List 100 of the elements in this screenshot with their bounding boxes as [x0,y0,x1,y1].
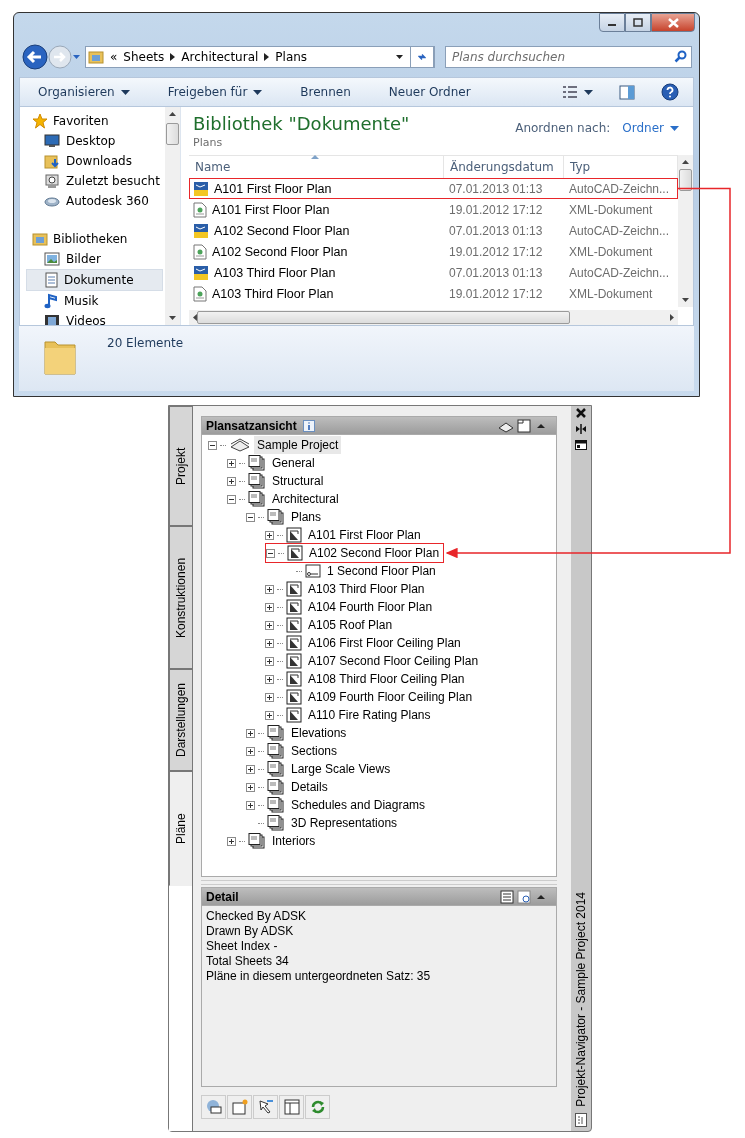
tree-item[interactable]: Sections [288,742,341,760]
toolbar-button[interactable]: Brennen [296,83,355,101]
tree-item[interactable]: A102 Second Floor Plan [306,544,443,562]
tree-item[interactable]: Architectural [269,490,342,508]
toolbar-button[interactable]: Neuer Ordner [384,83,475,101]
minimize-button[interactable] [599,13,625,32]
tree-item[interactable]: A110 Fire Rating Plans [305,706,434,724]
file-name[interactable]: A101 First Floor Plan [190,200,445,219]
tree-item[interactable]: Plans [288,508,325,526]
tree-item[interactable]: A103 Third Floor Plan [305,580,428,598]
sidebar-item[interactable]: Zuletzt besucht [26,171,163,191]
tree-item[interactable]: A108 Third Floor Ceiling Plan [305,670,468,688]
tree-item[interactable]: General [269,454,318,472]
sidebar-item[interactable]: Videos [26,311,163,325]
scrollbar[interactable] [165,107,180,325]
preview-icon[interactable] [517,889,531,904]
column-header[interactable]: Änderungsdatum [444,156,564,178]
maximize-button[interactable] [625,13,651,32]
toolbar-button[interactable] [253,1095,278,1119]
sidebar-group[interactable]: Favoriten [26,111,165,131]
tree-item[interactable]: Sample Project [254,436,342,454]
expand-toggle[interactable] [246,728,255,738]
tree-item[interactable]: Large Scale Views [288,760,394,778]
sidebar-item[interactable]: Autodesk 360 [26,191,163,211]
sidebar-item[interactable]: Bilder [26,249,163,269]
tree-item[interactable]: Details [288,778,331,796]
sheet-icon[interactable] [517,418,531,433]
file-name[interactable]: A103 Third Floor Plan [190,284,445,303]
file-name[interactable]: A102 Second Floor Plan [190,242,445,261]
sidebar-item[interactable]: Downloads [26,151,163,171]
expand-toggle[interactable] [227,836,236,846]
tree-item[interactable]: A101 First Floor Plan [305,526,424,544]
collapse-toggle[interactable] [266,548,275,558]
tree-item[interactable]: A106 First Floor Ceiling Plan [305,634,464,652]
expand-toggle[interactable] [227,458,236,468]
file-type: AutoCAD-Zeichn... [568,180,671,198]
expand-toggle[interactable] [265,638,274,648]
tree-item[interactable]: A105 Roof Plan [305,616,396,634]
expand-toggle[interactable] [265,530,274,540]
tree-item[interactable]: A109 Fourth Floor Ceiling Plan [305,688,476,706]
tree-item[interactable]: 3D Representations [288,814,401,832]
properties-button[interactable] [575,440,587,450]
search-field[interactable]: Plans durchsuchen [445,46,692,68]
sidebar-item[interactable]: Dokumente [26,269,163,291]
file-name[interactable]: A103 Third Floor Plan [190,263,445,282]
expand-toggle[interactable] [246,764,255,774]
scrollbar-thumb[interactable] [679,169,692,191]
sidebar-item[interactable]: Desktop [26,131,163,151]
close-button[interactable] [576,408,586,418]
breadcrumb[interactable]: Plans [275,50,308,64]
collapse-toggle[interactable] [227,494,236,504]
close-button[interactable] [651,13,695,32]
breadcrumb[interactable]: Sheets [123,50,165,64]
expand-toggle[interactable] [265,620,274,630]
cloud-icon [44,195,60,207]
toolbar-button[interactable]: Freigeben für [163,83,267,101]
collapse-toggle[interactable] [208,440,217,450]
palette-tab[interactable]: Konstruktionen [169,526,192,669]
palette-tab[interactable]: Pläne [169,771,192,886]
breadcrumb[interactable]: Architectural [181,50,259,64]
expand-toggle[interactable] [227,476,236,486]
expand-toggle[interactable] [265,584,274,594]
tree-item[interactable]: A104 Fourth Floor Plan [305,598,436,616]
address-bar[interactable]: « Sheets Architectural Plans [85,46,435,68]
sidebar-group[interactable]: Bibliotheken [26,229,165,249]
file-name[interactable]: A101 First Floor Plan [190,179,445,198]
collapse-toggle[interactable] [246,512,255,522]
expand-toggle[interactable] [246,800,255,810]
expand-toggle[interactable] [246,746,255,756]
toolbar-button[interactable] [201,1095,226,1119]
tree-item[interactable]: A107 Second Floor Ceiling Plan [305,652,482,670]
tree-item[interactable]: Elevations [288,724,350,742]
tree-item[interactable]: Schedules and Diagrams [288,796,429,814]
tree-item[interactable]: Interiors [269,832,319,850]
text-view-icon[interactable] [500,889,514,904]
palette-tab[interactable]: Darstellungen [169,669,192,771]
auto-hide-button[interactable] [575,424,587,434]
back-button[interactable] [22,44,48,70]
drawing-file-icon [193,264,209,281]
search-icon [674,50,687,63]
tree-item[interactable]: Structural [269,472,327,490]
file-name[interactable]: A102 Second Floor Plan [190,221,445,240]
palette-tab[interactable]: Projekt [169,406,192,526]
tree-item[interactable]: 1 Second Floor Plan [324,562,439,580]
expand-toggle[interactable] [265,692,274,702]
scrollbar-thumb[interactable] [166,123,179,145]
breadcrumb-overflow[interactable]: « [110,50,118,64]
expand-toggle[interactable] [265,602,274,612]
expand-toggle[interactable] [246,782,255,792]
scrollbar[interactable] [678,155,693,307]
horizontal-scrollbar[interactable] [189,310,678,325]
toolbar-button[interactable]: Organisieren [34,83,134,101]
toolbar-button[interactable] [305,1095,330,1119]
expand-toggle[interactable] [265,656,274,666]
refresh-button[interactable] [410,46,434,68]
sidebar-item[interactable]: Musik [26,291,163,311]
expand-toggle[interactable] [265,710,274,720]
history-dropdown[interactable] [72,54,81,60]
expand-toggle[interactable] [265,674,274,684]
arrange-dropdown[interactable]: Ordner [622,121,679,135]
